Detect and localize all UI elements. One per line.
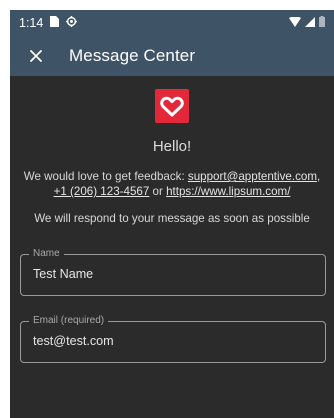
email-field-label: Email (required) [29,315,109,327]
app-screen: 1:14 Message Center Hello! We would love… [10,10,334,418]
status-left-icons [50,16,78,30]
feedback-text: We would love to get feedback: support@a… [20,169,324,199]
feedback-prefix: We would love to get feedback: [23,170,188,183]
website-link[interactable]: https://www.lipsum.com/ [166,185,290,198]
page-title: Message Center [69,46,196,65]
name-field-label: Name [29,248,64,260]
settings-gear-icon [66,16,78,30]
name-field[interactable]: Name [20,248,326,296]
email-input[interactable] [33,334,313,348]
response-note: We will respond to your message as soon … [34,212,310,225]
app-logo [155,89,189,123]
message-center-content: Hello! We would love to get feedback: su… [10,89,334,363]
feedback-separator: , [316,170,321,183]
name-input[interactable] [33,267,313,281]
cell-signal-icon [305,16,315,30]
support-email-link[interactable]: support@apptentive.com [188,170,317,183]
sim-card-icon [50,16,60,30]
status-bar: 1:14 [10,10,334,36]
heart-logo-icon [160,96,184,116]
phone-link[interactable]: +1 (206) 123-4567 [54,185,150,198]
close-icon [30,50,42,62]
greeting-text: Hello! [152,138,192,155]
status-time: 1:14 [19,16,44,30]
email-field[interactable]: Email (required) [20,315,326,363]
app-bar: Message Center [10,36,334,76]
battery-icon [319,16,325,30]
status-right-icons [289,16,325,30]
close-button[interactable] [25,45,47,67]
wifi-icon [289,16,301,30]
feedback-or: or [149,185,167,198]
